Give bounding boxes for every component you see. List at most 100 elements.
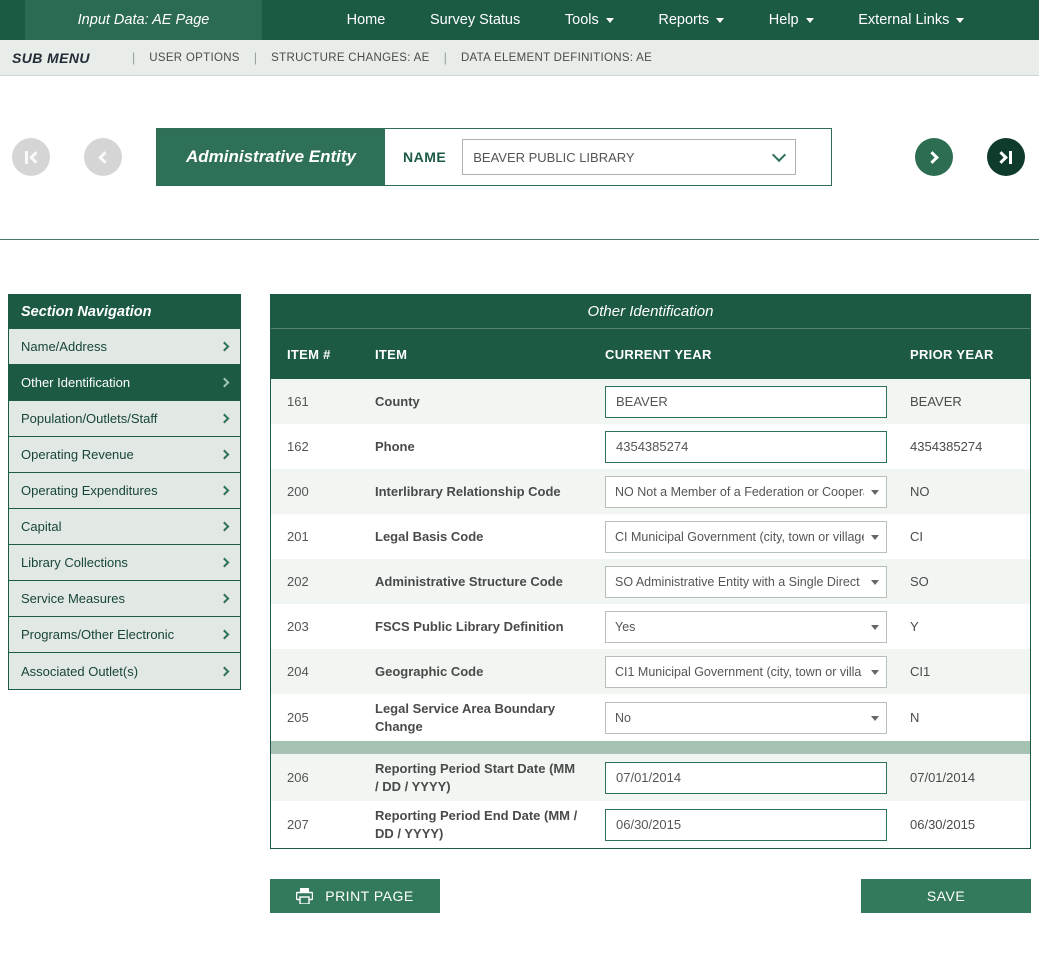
nav-item-reports[interactable]: Reports — [658, 12, 724, 28]
caret-down-icon — [606, 18, 614, 23]
sidebar-item-library-collections[interactable]: Library Collections — [9, 545, 240, 581]
chevron-right-icon — [926, 151, 939, 164]
prior-year-value: 06/30/2015 — [894, 817, 1030, 832]
nav-item-survey-status[interactable]: Survey Status — [430, 12, 520, 28]
entity-title: Administrative Entity — [157, 129, 385, 185]
item-label: County — [359, 393, 589, 411]
item-label: Reporting Period Start Date (MM / DD / Y… — [359, 760, 589, 795]
print-page-button[interactable]: PRINT PAGE — [270, 879, 440, 913]
table-row: 201 Legal Basis Code CI Municipal Govern… — [271, 514, 1030, 559]
chevron-right-icon — [220, 594, 230, 604]
divider: | — [444, 50, 447, 65]
item-number: 200 — [271, 484, 359, 499]
table-title: Other Identification — [271, 295, 1030, 329]
sidebar-item-associated-outlets[interactable]: Associated Outlet(s) — [9, 653, 240, 689]
prior-year-value: SO — [894, 574, 1030, 589]
nav-item-tools[interactable]: Tools — [565, 12, 614, 28]
nav-active-tab[interactable]: Input Data: AE Page — [25, 0, 262, 40]
table-row: 200 Interlibrary Relationship Code NO No… — [271, 469, 1030, 514]
first-record-button[interactable] — [12, 138, 50, 176]
prior-year-value: N — [894, 710, 1030, 725]
sidebar-item-operating-revenue[interactable]: Operating Revenue — [9, 437, 240, 473]
chevron-right-icon — [220, 558, 230, 568]
prior-year-value: Y — [894, 619, 1030, 634]
item-number: 161 — [271, 394, 359, 409]
section-divider — [0, 239, 1039, 240]
phone-input[interactable] — [605, 431, 887, 463]
section-separator-bar — [271, 741, 1030, 754]
item-label: Legal Service Area Boundary Change — [359, 700, 589, 735]
table-row: 206 Reporting Period Start Date (MM / DD… — [271, 754, 1030, 801]
boundary-change-select[interactable]: No — [605, 702, 887, 734]
entity-name-area: NAME BEAVER PUBLIC LIBRARY — [385, 129, 814, 185]
chevron-right-icon — [220, 450, 230, 460]
legal-basis-select[interactable]: CI Municipal Government (city, town or v… — [605, 521, 887, 553]
prior-year-value: CI1 — [894, 664, 1030, 679]
item-label: Geographic Code — [359, 663, 589, 681]
submenu-item-structure-changes[interactable]: STRUCTURE CHANGES: AE — [271, 52, 429, 64]
fscs-definition-select[interactable]: Yes — [605, 611, 887, 643]
prior-year-value: 4354385274 — [894, 439, 1030, 454]
sidebar-item-operating-expenditures[interactable]: Operating Expenditures — [9, 473, 240, 509]
item-label: Administrative Structure Code — [359, 573, 589, 591]
caret-down-icon — [716, 18, 724, 23]
sidebar-item-service-measures[interactable]: Service Measures — [9, 581, 240, 617]
entity-header-row: Administrative Entity NAME BEAVER PUBLIC… — [0, 128, 1039, 186]
caret-down-icon — [956, 18, 964, 23]
reporting-start-date-input[interactable] — [605, 762, 887, 794]
chevron-right-icon — [220, 630, 230, 640]
table-row: 205 Legal Service Area Boundary Change N… — [271, 694, 1030, 741]
column-header-current-year: CURRENT YEAR — [589, 347, 894, 362]
item-label: Reporting Period End Date (MM / DD / YYY… — [359, 807, 589, 842]
caret-down-icon — [806, 18, 814, 23]
section-navigation-title: Section Navigation — [9, 295, 240, 329]
table-row: 162 Phone 4354385274 — [271, 424, 1030, 469]
chevron-right-icon — [220, 486, 230, 496]
divider: | — [132, 50, 135, 65]
name-label: NAME — [403, 149, 446, 165]
submenu-item-user-options[interactable]: USER OPTIONS — [149, 52, 240, 64]
nav-item-external-links[interactable]: External Links — [858, 12, 964, 28]
item-label: Legal Basis Code — [359, 528, 589, 546]
entity-name-select[interactable]: BEAVER PUBLIC LIBRARY — [462, 139, 796, 175]
reporting-end-date-input[interactable] — [605, 809, 887, 841]
nav-item-home[interactable]: Home — [347, 12, 386, 28]
table-row: 202 Administrative Structure Code SO Adm… — [271, 559, 1030, 604]
last-record-button[interactable] — [987, 138, 1025, 176]
prior-year-value: 07/01/2014 — [894, 770, 1030, 785]
administrative-structure-select[interactable]: SO Administrative Entity with a Single D… — [605, 566, 887, 598]
nav-item-help[interactable]: Help — [769, 12, 814, 28]
submenu-item-data-element-definitions[interactable]: DATA ELEMENT DEFINITIONS: AE — [461, 52, 652, 64]
table-header-row: ITEM # ITEM CURRENT YEAR PRIOR YEAR — [271, 329, 1030, 379]
prior-year-value: CI — [894, 529, 1030, 544]
item-number: 204 — [271, 664, 359, 679]
item-number: 206 — [271, 770, 359, 785]
item-number: 162 — [271, 439, 359, 454]
interlibrary-relationship-select[interactable]: NO Not a Member of a Federation or Coope… — [605, 476, 887, 508]
sub-menu-title: SUB MENU — [12, 50, 90, 66]
save-button[interactable]: SAVE — [861, 879, 1031, 913]
sidebar-item-other-identification[interactable]: Other Identification — [9, 365, 240, 401]
chevron-right-icon — [220, 522, 230, 532]
sidebar-item-capital[interactable]: Capital — [9, 509, 240, 545]
sidebar-item-population-outlets-staff[interactable]: Population/Outlets/Staff — [9, 401, 240, 437]
divider: | — [254, 50, 257, 65]
item-number: 202 — [271, 574, 359, 589]
prior-year-value: NO — [894, 484, 1030, 499]
county-input[interactable] — [605, 386, 887, 418]
geographic-code-select[interactable]: CI1 Municipal Government (city, town or … — [605, 656, 887, 688]
table-row: 204 Geographic Code CI1 Municipal Govern… — [271, 649, 1030, 694]
item-number: 205 — [271, 710, 359, 725]
item-label: Interlibrary Relationship Code — [359, 483, 589, 501]
chevron-right-icon — [220, 666, 230, 676]
item-number: 203 — [271, 619, 359, 634]
table-row: 207 Reporting Period End Date (MM / DD /… — [271, 801, 1030, 848]
chevron-right-icon — [220, 378, 230, 388]
previous-record-button[interactable] — [84, 138, 122, 176]
item-number: 201 — [271, 529, 359, 544]
next-record-button[interactable] — [915, 138, 953, 176]
sidebar-item-name-address[interactable]: Name/Address — [9, 329, 240, 365]
last-record-icon — [1000, 151, 1012, 164]
sub-menu-bar: SUB MENU | USER OPTIONS | STRUCTURE CHAN… — [0, 40, 1039, 76]
sidebar-item-programs-other-electronic[interactable]: Programs/Other Electronic — [9, 617, 240, 653]
